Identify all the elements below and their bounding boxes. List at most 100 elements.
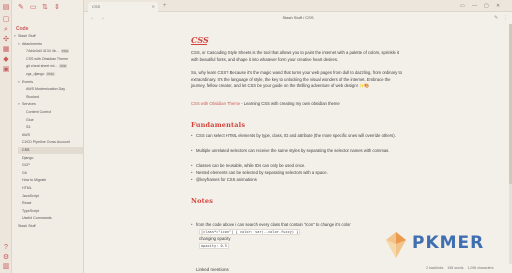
tree-item[interactable]: CI/CD Pipeline Cross Account [18,139,70,146]
tree-item[interactable]: Glue [22,117,34,124]
new-note-icon[interactable]: ✎ [18,4,25,11]
close-tab-icon[interactable]: ✕ [152,2,155,12]
sidebar-toggle-icon[interactable]: ▤ [2,4,10,12]
intro-paragraph: CSS, or Cascading Style Sheets is the to… [191,50,400,62]
tree-item[interactable]: AWS [18,132,30,139]
tree-item[interactable]: Git [18,170,27,177]
code-snippet-1: [class*="icon"] { color: var(--color-fuz… [199,229,301,236]
list-item: Nested elements can be selected by separ… [191,170,406,177]
pkmer-wordmark: PKMER [412,233,485,253]
maximize-icon[interactable]: ▢ [484,3,489,9]
tree-item[interactable]: git cheat sheet ed... PDF [22,63,68,70]
inline-code: opacity: 0.5 [199,243,229,249]
tree-item[interactable]: AWS Modernization Day [22,86,65,93]
tree-item-label: Stash Stuff [18,34,36,38]
more-options-icon[interactable]: ⋮ [503,15,508,21]
template-icon[interactable]: ▣ [2,66,10,74]
tree-item[interactable]: HTML [18,185,32,192]
layout-icon[interactable]: ▭ [460,3,465,9]
tree-item-label: CSS with Obsidian Theme [26,56,69,61]
tree-item[interactable]: Useful Commands [18,215,52,222]
settings-icon[interactable]: ⚙ [2,254,10,262]
list-item: CSS can select HTML elements by type, cl… [191,133,406,140]
status-bar: 2 backlinks 198 words 1,096 characters [426,264,512,273]
tree-item[interactable]: 74d4c0d4 4134 4b... PNG [22,48,70,55]
tree-item-label: Services [22,102,36,107]
close-window-icon[interactable]: ✕ [496,3,500,9]
tab-label: CSS [92,4,101,9]
left-ribbon: ▤ ▢ ⌕ ✣ ▦ ◆ ▣ ? ⚙ ▥ [0,0,12,273]
list-item: Multiple unrelated selectors can receive… [191,148,406,155]
tree-item[interactable]: Django [18,155,33,162]
new-folder-icon[interactable]: ▭ [30,4,37,11]
tree-item-label: TypeScript [22,208,39,213]
tree-item-label: Useful Commands [22,216,52,221]
tree-item[interactable]: How to Migrate [18,177,46,184]
tree-item[interactable]: ▾ Attachments [18,41,42,48]
linked-mentions[interactable]: Linked mentions [196,267,229,272]
tree-item-label: AWS Modernization Day [26,87,66,92]
char-count: 1,096 characters [467,266,494,270]
heading-fundamentals: Fundamentals [191,121,246,129]
inline-code: [class*="icon"] { color: var(--color-fuz… [199,229,301,235]
tree-item-label: React [22,201,32,206]
file-type-badge: PNG [46,72,55,76]
link-paragraph: CSS with Obsidian Theme - Learning CSS w… [191,101,405,108]
tag-icon[interactable]: ◆ [2,56,10,64]
tree-item-label: JavaScript [22,193,39,198]
tree-item[interactable]: Stocked [22,94,39,101]
tree-item-label: Git [22,170,27,175]
pkmer-logo-icon [386,232,406,258]
tree-item[interactable]: React [18,200,31,207]
tree-item[interactable]: ▾ Services [18,101,36,108]
list-item: @keyframes for CSS animations [191,177,406,184]
tree-item-label: GCP [22,163,30,168]
minimize-icon[interactable]: — [472,3,477,9]
tab-bar: CSS ✕ + ▭ — ▢ ✕ [84,0,512,12]
tree-item-label: git cheat sheet ed... [26,64,58,69]
tree-item[interactable]: ▾ Stash Stuff [14,33,36,40]
tree-item-label: Glue [26,117,34,122]
tree-item[interactable]: TypeScript [18,208,39,215]
vault-title[interactable]: Code [16,26,29,32]
tree-item[interactable]: Stash Stuff [14,223,36,230]
tree-item[interactable]: Content Control [22,109,51,116]
calendar-icon[interactable]: ▦ [2,46,10,54]
reading-view-icon[interactable]: ✎ [494,15,498,21]
opacity-line: changing opacity [199,236,231,241]
why-paragraph: So, why learn CSS? Because it's the magi… [191,70,402,89]
tree-item[interactable]: CSS with Obsidian Theme [22,56,68,63]
file-explorer: ✎ ▭ ⇅ ⇕ Code ▾ Stash Stuff ▾ Attachments 74d… [12,0,84,273]
search-icon[interactable]: ⌕ [2,26,10,34]
tab-css[interactable]: CSS ✕ [88,2,158,12]
tree-item[interactable]: S3 [22,124,30,131]
vault-icon[interactable]: ▥ [2,263,10,271]
view-header: ← → Stash Stuff / CSS ✎ ⋮ [84,12,512,24]
tree-item-label: S3 [26,125,31,130]
tree-item[interactable]: GCP [18,162,30,169]
explorer-toolbar: ✎ ▭ ⇅ ⇕ [12,0,83,22]
breadcrumb[interactable]: Stash Stuff / CSS [84,15,512,20]
tree-item[interactable]: ▾ Events [18,79,33,86]
tree-item-label: HTML [22,186,32,190]
help-icon[interactable]: ? [2,244,10,252]
tree-item[interactable]: CSS [18,147,83,154]
graph-icon[interactable]: ✣ [2,36,10,44]
internal-link[interactable]: CSS with Obsidian Theme [191,101,240,106]
backlinks-count[interactable]: 2 backlinks [426,266,443,270]
tree-item-label: Django [22,155,34,160]
file-type-badge: PNG [60,49,70,54]
sort-icon[interactable]: ⇅ [42,4,49,11]
files-icon[interactable]: ▢ [2,16,10,24]
tree-item-label: CI/CD Pipeline Cross Account [22,140,70,145]
tree-item-label: How to Migrate [22,178,47,183]
list-item: Classes can be reusable, while IDs can o… [191,163,406,170]
tree-item[interactable]: JavaScript [18,193,39,200]
tree-item[interactable]: zgz_django PNG [22,71,55,78]
code-snippet-2: opacity: 0.5 [199,243,229,250]
new-tab-icon[interactable]: + [163,2,167,10]
file-type-badge: PDF [59,64,68,69]
tree-item-label: CSS [22,148,30,152]
tree-item-label: Attachments [22,41,42,46]
collapse-icon[interactable]: ⇕ [54,4,61,11]
